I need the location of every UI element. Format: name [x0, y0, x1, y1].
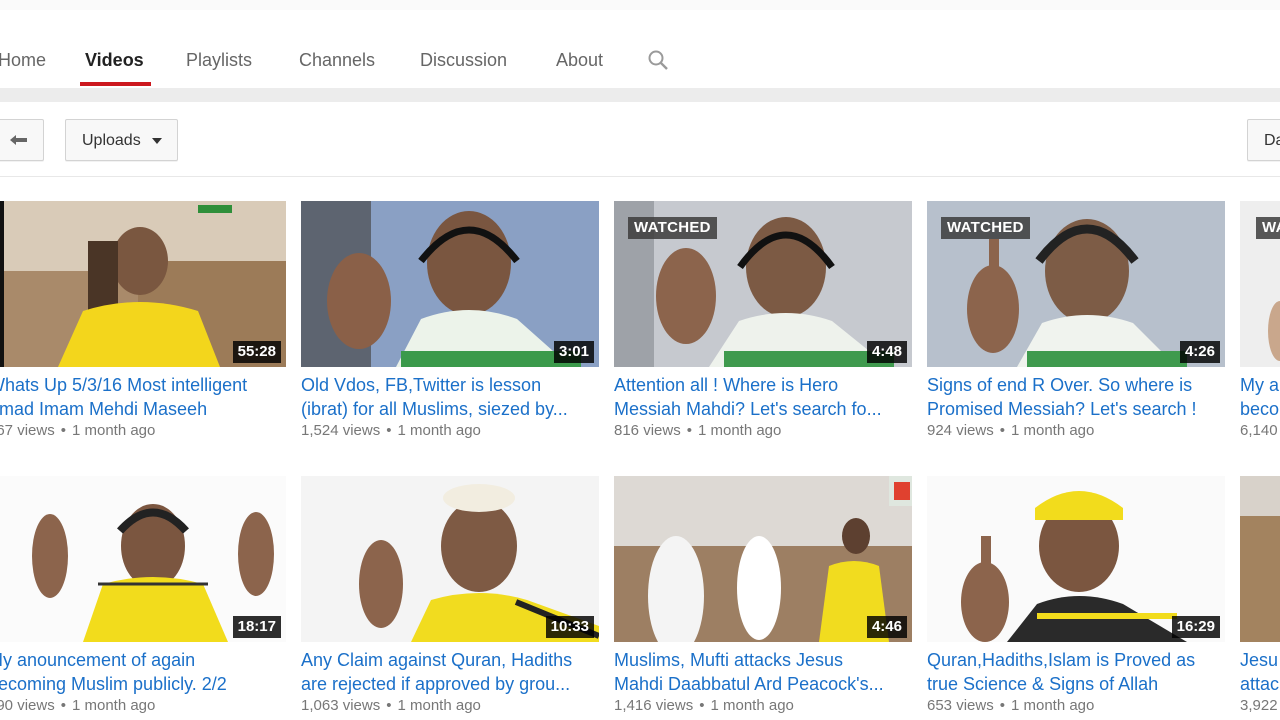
- video-title[interactable]: Whats Up 5/3/16 Most intelligent r mad Im…: [0, 373, 286, 421]
- upload-age: 1 month ago: [397, 422, 481, 439]
- upload-age: 1 month ago: [397, 697, 481, 714]
- video-duration: 55:28: [232, 341, 281, 363]
- view-count: 653 views: [927, 697, 994, 714]
- caret-down-icon: [152, 138, 162, 144]
- tab-home[interactable]: Home: [0, 50, 46, 71]
- view-count: 1,524 views: [301, 422, 381, 439]
- video-title[interactable]: Muslims, Mufti attacks Jesus Mahdi Daabba…: [614, 648, 912, 696]
- video-title[interactable]: My anouncement of again becoming Muslim p…: [0, 648, 286, 696]
- video-thumbnail[interactable]: [1240, 476, 1280, 642]
- video-title[interactable]: Any Claim against Quran, Hadiths are reje…: [301, 648, 599, 696]
- upload-age: 1 month ago: [71, 697, 156, 714]
- upload-age: 1 month ago: [1010, 422, 1095, 439]
- video-meta: 3,922: [1240, 697, 1278, 714]
- video-duration: 18:17: [232, 616, 281, 638]
- back-button[interactable]: [0, 119, 44, 161]
- view-count: 6,140: [1240, 422, 1278, 439]
- upload-age: 1 month ago: [697, 422, 782, 439]
- tab-playlists[interactable]: Playlists: [186, 50, 252, 71]
- sort-label: Da: [1264, 132, 1280, 149]
- view-count: 1,063 views: [301, 697, 381, 714]
- upload-age: 1 month ago: [1010, 697, 1095, 714]
- video-thumbnail[interactable]: 4:46: [614, 476, 912, 642]
- tab-channels[interactable]: Channels: [299, 50, 375, 71]
- search-icon[interactable]: [647, 49, 669, 71]
- video-meta: 6,140: [1240, 422, 1278, 439]
- video-thumbnail[interactable]: WATCHED 4:48: [614, 201, 912, 367]
- video-duration: 10:33: [545, 616, 594, 638]
- upload-age: 1 month ago: [71, 422, 156, 439]
- tab-discussion[interactable]: Discussion: [420, 50, 507, 71]
- video-duration: 4:46: [866, 616, 907, 638]
- uploads-label: Uploads: [82, 132, 141, 149]
- tab-videos[interactable]: Videos: [85, 50, 144, 71]
- video-meta: 653 views • 1 month ago: [927, 697, 1095, 714]
- video-meta: 1,524 views • 1 month ago: [301, 422, 481, 439]
- video-meta: 924 views • 1 month ago: [927, 422, 1095, 439]
- video-duration: 4:48: [866, 341, 907, 363]
- video-duration: 16:29: [1171, 616, 1220, 638]
- toolbar-separator: [0, 176, 1280, 177]
- video-title[interactable]: Quran,Hadiths,Islam is Proved as true Sci…: [927, 648, 1225, 696]
- video-title[interactable]: Old Vdos, FB,Twitter is lesson (ibrat) fo…: [301, 373, 599, 421]
- view-count: 890 views: [0, 697, 55, 714]
- video-thumbnail[interactable]: 55:28: [0, 201, 286, 367]
- video-meta: 1,416 views • 1 month ago: [614, 697, 794, 714]
- top-strip: [0, 0, 1280, 10]
- video-thumbnail[interactable]: 10:33: [301, 476, 599, 642]
- video-title[interactable]: Jesu attac: [1240, 648, 1280, 696]
- video-duration: 3:01: [553, 341, 594, 363]
- video-meta: 816 views • 1 month ago: [614, 422, 782, 439]
- thumbnail-image: [1240, 476, 1280, 642]
- video-thumbnail[interactable]: 16:29: [927, 476, 1225, 642]
- tab-about[interactable]: About: [556, 50, 603, 71]
- video-title[interactable]: Signs of end R Over. So where is Promised…: [927, 373, 1225, 421]
- channel-tab-bar: Home Videos Playlists Channels Discussio…: [0, 10, 1280, 88]
- video-title[interactable]: My a beco: [1240, 373, 1280, 421]
- view-count: 1,416 views: [614, 697, 694, 714]
- video-duration: 4:26: [1179, 341, 1220, 363]
- view-count: 567 views: [0, 422, 55, 439]
- watched-badge: WATCHED: [941, 217, 1030, 239]
- video-thumbnail[interactable]: 18:17: [0, 476, 286, 642]
- watched-badge: WATCHED: [628, 217, 717, 239]
- view-count: 924 views: [927, 422, 994, 439]
- video-meta: 567 views•1 month ago: [0, 422, 155, 439]
- video-thumbnail[interactable]: WA: [1240, 201, 1280, 367]
- uploads-dropdown[interactable]: Uploads: [65, 119, 178, 161]
- upload-age: 1 month ago: [710, 697, 794, 714]
- video-meta: 890 views•1 month ago: [0, 697, 155, 714]
- view-count: 3,922: [1240, 697, 1278, 714]
- video-meta: 1,063 views • 1 month ago: [301, 697, 481, 714]
- watched-badge: WA: [1256, 217, 1280, 239]
- view-count: 816 views: [614, 422, 681, 439]
- arrow-back-icon: [10, 135, 27, 145]
- sort-dropdown[interactable]: Da: [1247, 119, 1280, 161]
- video-thumbnail[interactable]: 3:01: [301, 201, 599, 367]
- video-thumbnail[interactable]: WATCHED 4:26: [927, 201, 1225, 367]
- video-title[interactable]: Attention all ! Where is Hero Messiah Mah…: [614, 373, 912, 421]
- active-tab-indicator: [80, 82, 151, 86]
- divider-band: [0, 88, 1280, 102]
